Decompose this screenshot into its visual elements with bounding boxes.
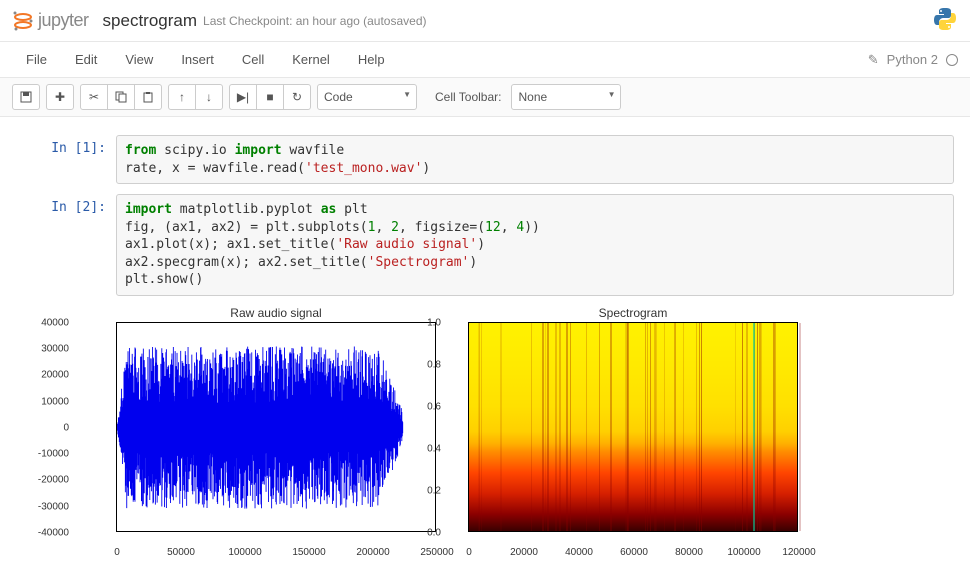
menubar: File Edit View Insert Cell Kernel Help ✎… xyxy=(0,42,970,78)
chart-plot-area: 0.00.20.40.60.81.0 020000400006000080000… xyxy=(468,322,798,532)
jupyter-logo[interactable]: jupyter xyxy=(12,10,89,32)
save-icon xyxy=(20,91,32,103)
notebook-title[interactable]: spectrogram xyxy=(103,11,197,31)
chart-raw-audio: Raw audio signal -40000-30000-20000-1000… xyxy=(116,306,436,532)
code-input[interactable]: import matplotlib.pyplot as plt fig, (ax… xyxy=(116,194,954,296)
chart-title: Raw audio signal xyxy=(116,306,436,320)
code-input[interactable]: from scipy.io import wavfile rate, x = w… xyxy=(116,135,954,184)
code-cell[interactable]: In [1]: from scipy.io import wavfile rat… xyxy=(16,135,954,184)
menu-edit[interactable]: Edit xyxy=(61,46,111,73)
stop-icon: ■ xyxy=(266,90,273,104)
cell-toolbar-label: Cell Toolbar: xyxy=(435,90,501,104)
copy-button[interactable] xyxy=(107,84,135,110)
menu-insert[interactable]: Insert xyxy=(167,46,228,73)
cell-toolbar-select[interactable]: None xyxy=(511,84,621,110)
waveform-svg xyxy=(117,323,435,532)
copy-icon xyxy=(115,91,127,103)
notebook-header: jupyter spectrogram Last Checkpoint: an … xyxy=(0,0,970,42)
menu-help[interactable]: Help xyxy=(344,46,399,73)
save-button[interactable] xyxy=(12,84,40,110)
input-prompt: In [1]: xyxy=(16,135,116,184)
move-down-button[interactable]: ↓ xyxy=(195,84,223,110)
interrupt-button[interactable]: ■ xyxy=(256,84,284,110)
toolbar: ✚ ✂ ↑ ↓ ▶| ■ ↻ Code Cell Toolbar: None xyxy=(0,78,970,117)
menu-view[interactable]: View xyxy=(111,46,167,73)
python-icon xyxy=(932,6,958,32)
menu-kernel[interactable]: Kernel xyxy=(278,46,344,73)
paste-button[interactable] xyxy=(134,84,162,110)
arrow-up-icon: ↑ xyxy=(179,90,185,104)
jupyter-icon xyxy=(12,10,34,32)
kernel-name: Python 2 xyxy=(887,52,938,67)
python-logo xyxy=(932,6,958,35)
cell-output: Raw audio signal -40000-30000-20000-1000… xyxy=(116,306,954,532)
paste-icon xyxy=(142,91,154,103)
pencil-icon[interactable]: ✎ xyxy=(868,52,879,68)
notebook-container: In [1]: from scipy.io import wavfile rat… xyxy=(0,117,970,550)
chart-title: Spectrogram xyxy=(468,306,798,320)
plus-icon: ✚ xyxy=(55,90,65,104)
input-prompt: In [2]: xyxy=(16,194,116,296)
code-cell[interactable]: In [2]: import matplotlib.pyplot as plt … xyxy=(16,194,954,296)
refresh-icon: ↻ xyxy=(292,90,302,104)
kernel-indicator-icon xyxy=(946,54,958,66)
menu-cell[interactable]: Cell xyxy=(228,46,278,73)
spectrogram-overlay xyxy=(469,323,797,531)
chart-plot-area: -40000-30000-20000-100000100002000030000… xyxy=(116,322,436,532)
cell-type-select[interactable]: Code xyxy=(317,84,417,110)
jupyter-logo-text: jupyter xyxy=(38,10,89,31)
arrow-down-icon: ↓ xyxy=(206,90,212,104)
move-up-button[interactable]: ↑ xyxy=(168,84,196,110)
cut-button[interactable]: ✂ xyxy=(80,84,108,110)
checkpoint-status: Last Checkpoint: an hour ago (autosaved) xyxy=(203,14,426,28)
chart-spectrogram: Spectrogram 0.00.20.40.60.81.0 020000400… xyxy=(468,306,798,532)
restart-button[interactable]: ↻ xyxy=(283,84,311,110)
step-forward-icon: ▶| xyxy=(237,90,249,104)
add-cell-button[interactable]: ✚ xyxy=(46,84,74,110)
scissors-icon: ✂ xyxy=(89,90,99,104)
run-button[interactable]: ▶| xyxy=(229,84,257,110)
menu-file[interactable]: File xyxy=(12,46,61,73)
